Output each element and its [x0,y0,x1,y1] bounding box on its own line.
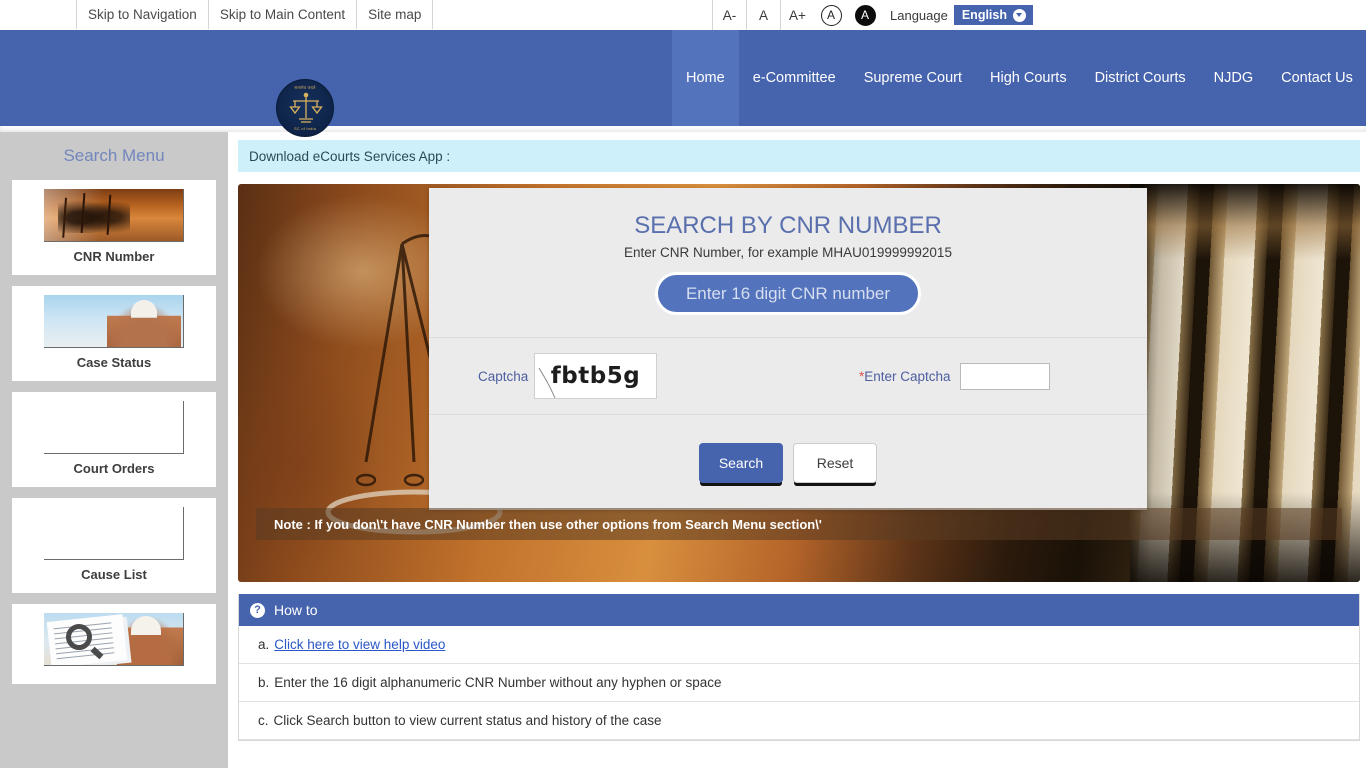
cnr-number-input[interactable] [655,272,921,315]
help-video-link[interactable]: Click here to view help video [274,637,445,652]
font-decrease-button[interactable]: A- [712,0,746,30]
font-increase-button[interactable]: A+ [780,0,814,30]
main-content: Download eCourts Services App : SEARCH B… [228,132,1366,768]
list-item-text: Click Search button to view current stat… [273,713,662,728]
magnifier-icon [66,624,92,650]
how-to-heading: How to [274,602,318,618]
sidebar-item-cause-list[interactable]: Cause List [12,498,216,593]
list-item: c. Click Search button to view current s… [239,702,1359,740]
nav-item-e-committee[interactable]: e-Committee [739,30,850,126]
search-button[interactable]: Search [699,442,783,483]
sidebar-item-cnr-number[interactable]: CNR Number [12,180,216,275]
page-title: SEARCH BY CNR NUMBER [634,212,942,239]
emblem-bottom-text: SC of India [294,126,316,131]
cnr-example-hint: Enter CNR Number, for example MHAU019999… [624,245,952,260]
download-app-banner[interactable]: Download eCourts Services App : [238,140,1360,172]
normal-contrast-button[interactable]: A [814,0,848,30]
sidebar-title: Search Menu [63,146,165,165]
captcha-image[interactable]: fbtb5g [534,353,657,399]
list-item: a. Click here to view help video [239,626,1359,664]
scales-of-justice-icon [289,92,323,123]
question-mark-icon: ? [250,602,265,618]
skip-to-navigation-link[interactable]: Skip to Navigation [76,0,209,29]
hero-search-section: SEARCH BY CNR NUMBER Enter CNR Number, f… [238,184,1360,582]
skip-links-group: Skip to Navigation Skip to Main Content … [76,0,434,29]
broken-image-icon [44,507,184,560]
enter-captcha-input[interactable] [960,362,1050,390]
site-logo[interactable]: सत्यमेव जयते SC of India [276,79,334,137]
cnr-search-panel: SEARCH BY CNR NUMBER Enter CNR Number, f… [429,188,1147,510]
language-value: English [961,8,1007,22]
nav-item-supreme-court[interactable]: Supreme Court [850,30,976,126]
site-map-link[interactable]: Site map [356,0,434,29]
accessibility-topbar: Skip to Navigation Skip to Main Content … [0,0,1366,30]
page-body: Search Menu CNR Number Case Status Court… [0,132,1366,768]
sidebar-item-court-orders[interactable]: Court Orders [12,392,216,487]
how-to-header: ? How to [239,594,1359,626]
language-label: Language [890,7,948,23]
list-marker: a. [258,637,270,652]
sidebar-item-label: Case Status [76,355,152,370]
case-search-magnifier-thumbnail-icon [44,613,184,666]
reset-button[interactable]: Reset [793,442,877,483]
hero-note-text: Note : If you don\'t have CNR Number the… [256,508,1342,540]
court-dome-icon [131,616,161,635]
nav-item-contact-us[interactable]: Contact Us [1267,30,1366,126]
supreme-court-emblem-icon: सत्यमेव जयते SC of India [276,79,334,137]
enter-captcha-label: *Enter Captcha [859,369,951,384]
nav-item-district-courts[interactable]: District Courts [1081,30,1200,126]
sidebar-item-case-search[interactable] [12,604,216,684]
nav-item-home[interactable]: Home [672,30,739,126]
language-selector[interactable]: English [953,5,1033,25]
font-normal-button[interactable]: A [746,0,780,30]
nav-item-njdg[interactable]: NJDG [1200,30,1267,126]
list-item-text: Enter the 16 digit alphanumeric CNR Numb… [274,675,722,690]
supreme-court-thumbnail-icon [44,295,184,348]
sidebar-item-case-status[interactable]: Case Status [12,286,216,381]
sidebar-item-label: Court Orders [73,461,155,476]
sidebar-item-label: CNR Number [73,249,155,264]
skip-to-main-content-link[interactable]: Skip to Main Content [207,0,358,29]
accessibility-controls: A- A A+ A A Language English [712,0,1033,30]
scales-of-justice-thumbnail-icon [44,189,184,242]
how-to-section: ? How to a. Click here to view help vide… [238,594,1360,741]
list-marker: b. [258,675,270,690]
chevron-down-icon [1013,8,1026,22]
action-buttons: Search Reset [429,415,1147,510]
enter-captcha-label-text: Enter Captcha [864,368,951,384]
high-contrast-button[interactable]: A [848,0,882,30]
search-menu-sidebar: Search Menu CNR Number Case Status Court… [0,132,228,768]
captcha-row: Captcha fbtb5g *Enter Captcha [429,337,1147,415]
broken-image-icon [44,401,184,454]
captcha-text: fbtb5g [550,363,641,389]
main-navigation: Home e-Committee Supreme Court High Cour… [672,30,1366,126]
list-marker: c. [258,713,269,728]
site-header: सत्यमेव जयते SC of India Home e-Committe… [0,30,1366,137]
circle-a-outline-icon: A [820,4,842,26]
list-item: b. Enter the 16 digit alphanumeric CNR N… [239,664,1359,702]
captcha-label: Captcha [478,368,529,384]
circle-a-filled-icon: A [854,4,876,26]
nav-item-high-courts[interactable]: High Courts [976,30,1081,126]
sidebar-item-label: Cause List [81,567,147,582]
